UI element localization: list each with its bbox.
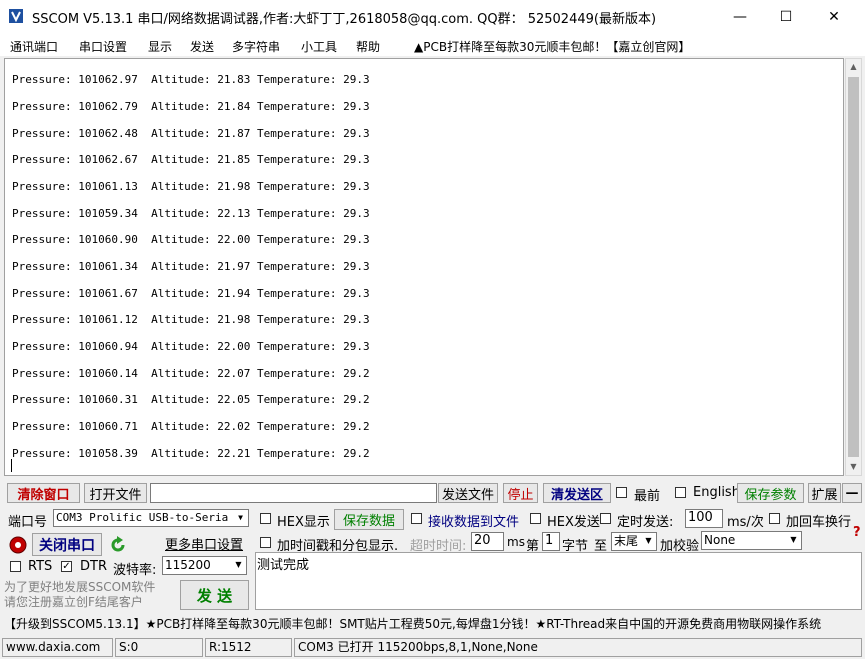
status-port: COM3 已打开 115200bps,8,1,None,None [294, 638, 862, 657]
dtr-label: DTR [80, 559, 107, 574]
timestamp-checkbox[interactable] [260, 537, 271, 548]
receive-line: Pressure: 101062.97 Altitude: 21.83 Temp… [12, 73, 370, 86]
menu-comm-port[interactable]: 通讯端口 [10, 38, 58, 55]
port-select-value: COM3 Prolific USB-to-Seria [56, 511, 229, 524]
port-label: 端口号 [8, 515, 48, 530]
file-path-input[interactable] [150, 483, 437, 503]
menu-tools[interactable]: 小工具 [301, 38, 337, 55]
receive-line: Pressure: 101061.12 Altitude: 21.98 Temp… [12, 313, 370, 326]
receive-line: Pressure: 101060.31 Altitude: 22.05 Temp… [12, 393, 370, 406]
maximize-button[interactable]: ☐ [763, 0, 809, 34]
menu-send[interactable]: 发送 [190, 38, 214, 55]
scroll-thumb[interactable] [848, 77, 859, 457]
receive-line: Pressure: 101059.34 Altitude: 22.13 Temp… [12, 207, 370, 220]
receive-line: Pressure: 101060.14 Altitude: 22.07 Temp… [12, 367, 370, 380]
baud-select[interactable]: 115200 ▼ [162, 556, 247, 575]
checksum-select[interactable]: None ▼ [701, 531, 802, 550]
hex-send-checkbox[interactable] [530, 513, 541, 524]
timed-send-label: 定时发送: [617, 515, 674, 530]
timeout-input[interactable]: 20 [471, 532, 504, 551]
receive-area[interactable]: Pressure: 101062.97 Altitude: 21.83 Temp… [4, 58, 844, 476]
timeout-unit-label: ms [507, 535, 525, 549]
port-status-icon [9, 536, 27, 554]
menu-ad-link[interactable]: ▲PCB打样降至每款30元顺丰包邮！【嘉立创官网】 [414, 38, 690, 55]
more-settings-link[interactable]: 更多串口设置 [165, 534, 243, 553]
receive-scrollbar[interactable]: ▲ ▼ [845, 58, 862, 476]
english-label: English [693, 485, 740, 500]
register-promo-text: 为了更好地发展SSCOM软件 请您注册嘉立创F结尾客户 [4, 580, 156, 609]
expand-button[interactable]: 扩展 [808, 483, 841, 503]
baud-label: 波特率: [113, 563, 157, 578]
status-received: R:1512 [205, 638, 292, 657]
save-data-button[interactable]: 保存数据 [334, 509, 404, 530]
menu-bar: 通讯端口 串口设置 显示 发送 多字符串 小工具 帮助 ▲PCB打样降至每款30… [0, 34, 865, 56]
chevron-down-icon[interactable]: ▼ [786, 532, 801, 549]
send-text: 测试完成 [257, 558, 310, 573]
topmost-label: 最前 [634, 489, 661, 504]
clear-send-button[interactable]: 清发送区 [543, 483, 611, 503]
receive-line: Pressure: 101060.90 Altitude: 22.00 Temp… [12, 233, 370, 246]
receive-line: Pressure: 101060.71 Altitude: 22.02 Temp… [12, 420, 370, 433]
rts-checkbox[interactable] [10, 561, 21, 572]
window-title: SSCOM V5.13.1 串口/网络数据调试器,作者:大虾丁丁,2618058… [32, 12, 657, 27]
add-crlf-label: 加回车换行 [786, 515, 852, 530]
close-button[interactable]: ✕ [811, 0, 857, 34]
interval-unit-label: ms/次 [727, 515, 764, 530]
recv-to-file-checkbox[interactable] [411, 513, 422, 524]
minimize-button[interactable]: — [717, 0, 763, 34]
close-port-button[interactable]: 关闭串口 [32, 533, 102, 556]
menu-help[interactable]: 帮助 [356, 38, 380, 55]
save-params-button[interactable]: 保存参数 [737, 483, 804, 503]
status-sent: S:0 [115, 638, 203, 657]
menu-display[interactable]: 显示 [148, 38, 172, 55]
hex-display-checkbox[interactable] [260, 513, 271, 524]
rts-label: RTS [28, 559, 53, 574]
collapse-button[interactable]: — [842, 483, 862, 503]
hex-display-label: HEX显示 [277, 515, 330, 530]
receive-line: Pressure: 101061.67 Altitude: 21.94 Temp… [12, 287, 370, 300]
menu-serial-settings[interactable]: 串口设置 [79, 38, 127, 55]
nth-byte-input[interactable]: 1 [542, 532, 560, 551]
interval-input[interactable]: 100 [685, 509, 723, 528]
receive-line: Pressure: 101058.39 Altitude: 22.21 Temp… [12, 447, 370, 460]
port-select[interactable]: COM3 Prolific USB-to-Seria ▼ [53, 509, 249, 527]
baud-select-value: 115200 [165, 558, 211, 572]
receive-line: Pressure: 101060.94 Altitude: 22.00 Temp… [12, 340, 370, 353]
dtr-checkbox[interactable]: ✓ [61, 561, 72, 572]
scroll-down-icon[interactable]: ▼ [846, 459, 861, 475]
timed-send-checkbox[interactable] [600, 513, 611, 524]
chevron-down-icon[interactable]: ▼ [641, 533, 656, 550]
end-select-value: 末尾 [614, 534, 639, 548]
refresh-icon[interactable] [108, 535, 128, 555]
app-icon [9, 9, 23, 23]
end-select[interactable]: 末尾 ▼ [611, 532, 657, 551]
receive-line: Pressure: 101062.48 Altitude: 21.87 Temp… [12, 127, 370, 140]
checksum-select-value: None [704, 533, 736, 547]
menu-multi-string[interactable]: 多字符串 [232, 38, 280, 55]
receive-line: Pressure: 101062.79 Altitude: 21.84 Temp… [12, 100, 370, 113]
text-caret [11, 459, 12, 472]
open-file-button[interactable]: 打开文件 [84, 483, 147, 503]
status-site[interactable]: www.daxia.com [2, 638, 113, 657]
hex-send-label: HEX发送 [547, 515, 600, 530]
receive-line: Pressure: 101062.67 Altitude: 21.85 Temp… [12, 153, 370, 166]
send-file-button[interactable]: 发送文件 [438, 483, 498, 503]
add-crlf-checkbox[interactable] [769, 513, 780, 524]
scroll-up-icon[interactable]: ▲ [846, 59, 861, 75]
help-icon[interactable]: ? [853, 525, 861, 540]
clear-window-button[interactable]: 清除窗口 [7, 483, 80, 503]
english-checkbox[interactable] [675, 487, 686, 498]
chevron-down-icon[interactable]: ▼ [231, 557, 246, 574]
receive-line: Pressure: 101061.34 Altitude: 21.97 Temp… [12, 260, 370, 273]
send-textarea[interactable]: 测试完成 [255, 552, 862, 610]
chevron-down-icon[interactable]: ▼ [233, 510, 248, 526]
topmost-checkbox[interactable] [616, 487, 627, 498]
title-bar: SSCOM V5.13.1 串口/网络数据调试器,作者:大虾丁丁,2618058… [0, 0, 865, 34]
stop-button[interactable]: 停止 [503, 483, 538, 503]
recv-to-file-label[interactable]: 接收数据到文件 [428, 511, 519, 530]
status-bar: www.daxia.com S:0 R:1512 COM3 已打开 115200… [0, 636, 865, 659]
receive-line: Pressure: 101061.13 Altitude: 21.98 Temp… [12, 180, 370, 193]
news-ticker[interactable]: 【升级到SSCOM5.13.1】★PCB打样降至每款30元顺丰包邮！SMT贴片工… [0, 614, 865, 634]
send-button[interactable]: 发 送 [180, 580, 249, 610]
